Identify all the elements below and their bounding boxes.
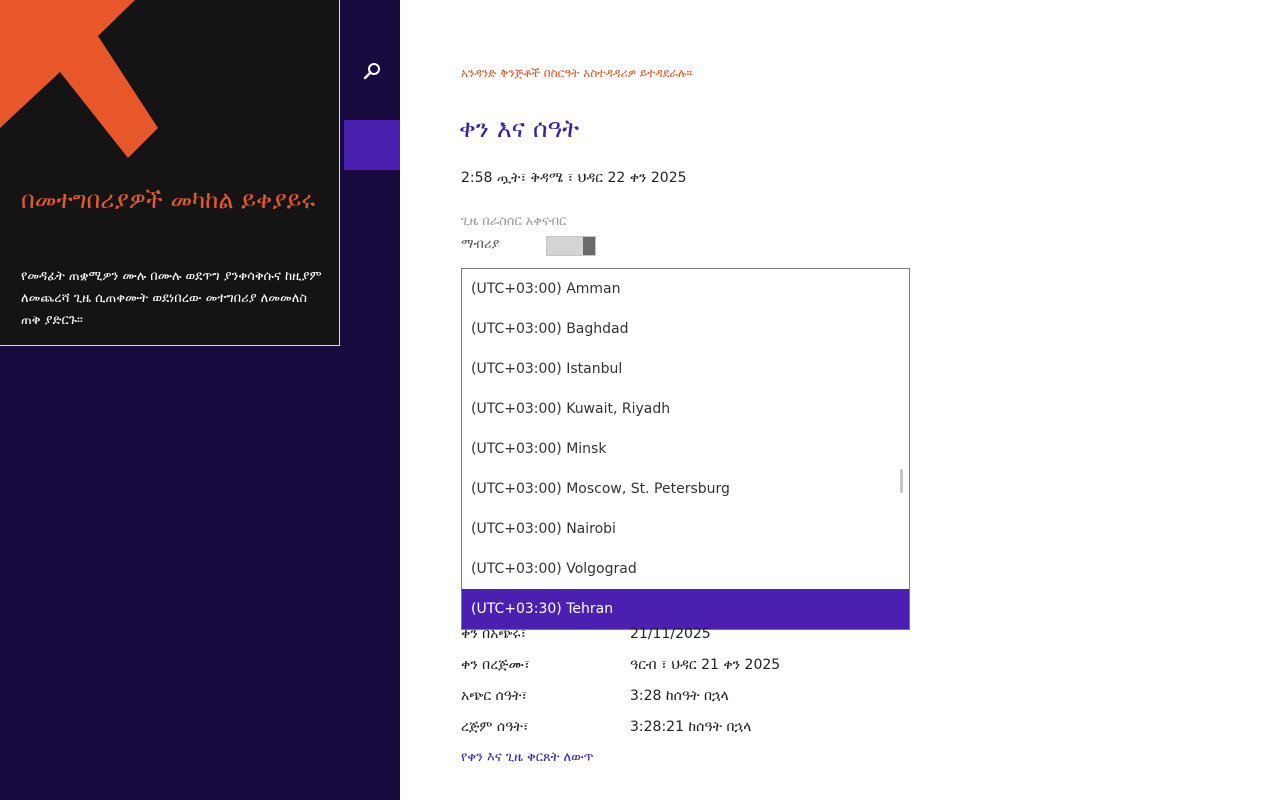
nav-highlight[interactable] bbox=[344, 120, 400, 170]
timezone-option[interactable]: (UTC+03:00) Amman bbox=[462, 269, 909, 309]
tip-title: በመተግበሪያዎች መካከል ይቀያይሩ bbox=[21, 186, 316, 214]
short-date-row: ቀን በአጭሩ፣ 21/11/2025 bbox=[461, 626, 711, 642]
timezone-option[interactable]: (UTC+03:00) Moscow, St. Petersburg bbox=[462, 469, 909, 509]
toggle-state-label: ማብሪያ bbox=[461, 237, 500, 252]
long-date-value: ዓርብ ፣ ህዳር 21 ቀን 2025 bbox=[630, 657, 781, 673]
timezone-option[interactable]: (UTC+03:00) Volgograd bbox=[462, 549, 909, 589]
search-button[interactable] bbox=[344, 46, 400, 96]
short-time-row: አጭር ሰዓት፣ 3:28 ከሰዓት በኋላ bbox=[461, 688, 729, 704]
page-title: ቀን እና ሰዓት bbox=[459, 114, 580, 143]
long-date-row: ቀን በረጅሙ፣ ዓርብ ፣ ህዳር 21 ቀን 2025 bbox=[461, 657, 780, 673]
long-time-label: ረጅም ሰዓት፣ bbox=[461, 719, 529, 735]
timezone-option[interactable]: (UTC+03:00) Minsk bbox=[462, 429, 909, 469]
toggle-thumb[interactable] bbox=[583, 237, 595, 255]
search-icon bbox=[363, 63, 380, 80]
short-time-label: አጭር ሰዓት፣ bbox=[461, 688, 528, 704]
corner-arrow-icon bbox=[0, 0, 158, 158]
long-time-row: ረጅም ሰዓት፣ 3:28:21 ከሰዓት በኋላ bbox=[461, 719, 751, 735]
short-time-value: 3:28 ከሰዓት በኋላ bbox=[630, 688, 729, 704]
tip-body: የመዳፊት ጠቋሚዎን ሙሉ በሙሉ ወደጥግ ያንቀሳቅሱና ከዚያም ለመጨ… bbox=[21, 269, 322, 328]
long-date-label: ቀን በረጅሙ፣ bbox=[461, 657, 530, 673]
short-date-label: ቀን በአጭሩ፣ bbox=[461, 626, 527, 642]
list-scrollbar[interactable] bbox=[900, 469, 903, 493]
auto-time-label: ጊዜ በራስሰር አቀናብር bbox=[461, 214, 567, 229]
left-panel: በመተግበሪያዎች መካከል ይቀያይሩ የመዳፊት ጠቋሚዎን ሙሉ በሙሉ … bbox=[0, 0, 400, 800]
timezone-option[interactable]: (UTC+03:00) Kuwait, Riyadh bbox=[462, 389, 909, 429]
long-time-value: 3:28:21 ከሰዓት በኋላ bbox=[630, 719, 752, 735]
current-time: 2:58 ጧት፣ ቅዳሜ ፣ ህዳር 22 ቀን 2025 bbox=[461, 170, 687, 186]
switch-apps-tip: በመተግበሪያዎች መካከል ይቀያይሩ የመዳፊት ጠቋሚዎን ሙሉ በሙሉ … bbox=[0, 0, 340, 346]
timezone-option[interactable]: (UTC+03:00) Baghdad bbox=[462, 309, 909, 349]
change-date-time-format-link[interactable]: የቀን እና ጊዜ ቅርጸት ለውጥ bbox=[461, 750, 593, 765]
managed-settings-note: አንዳንድ ቅንጅቶች በስርዓት አስተዳዳሪዎ ይተዳደራሉ። bbox=[461, 66, 693, 80]
auto-time-toggle[interactable] bbox=[546, 236, 596, 256]
timezone-option-selected[interactable]: (UTC+03:30) Tehran bbox=[462, 589, 909, 629]
timezone-option[interactable]: (UTC+03:00) Istanbul bbox=[462, 349, 909, 389]
short-date-value: 21/11/2025 bbox=[630, 626, 711, 642]
timezone-dropdown-list[interactable]: (UTC+03:00) Amman (UTC+03:00) Baghdad (U… bbox=[461, 268, 910, 630]
timezone-option[interactable]: (UTC+03:00) Nairobi bbox=[462, 509, 909, 549]
